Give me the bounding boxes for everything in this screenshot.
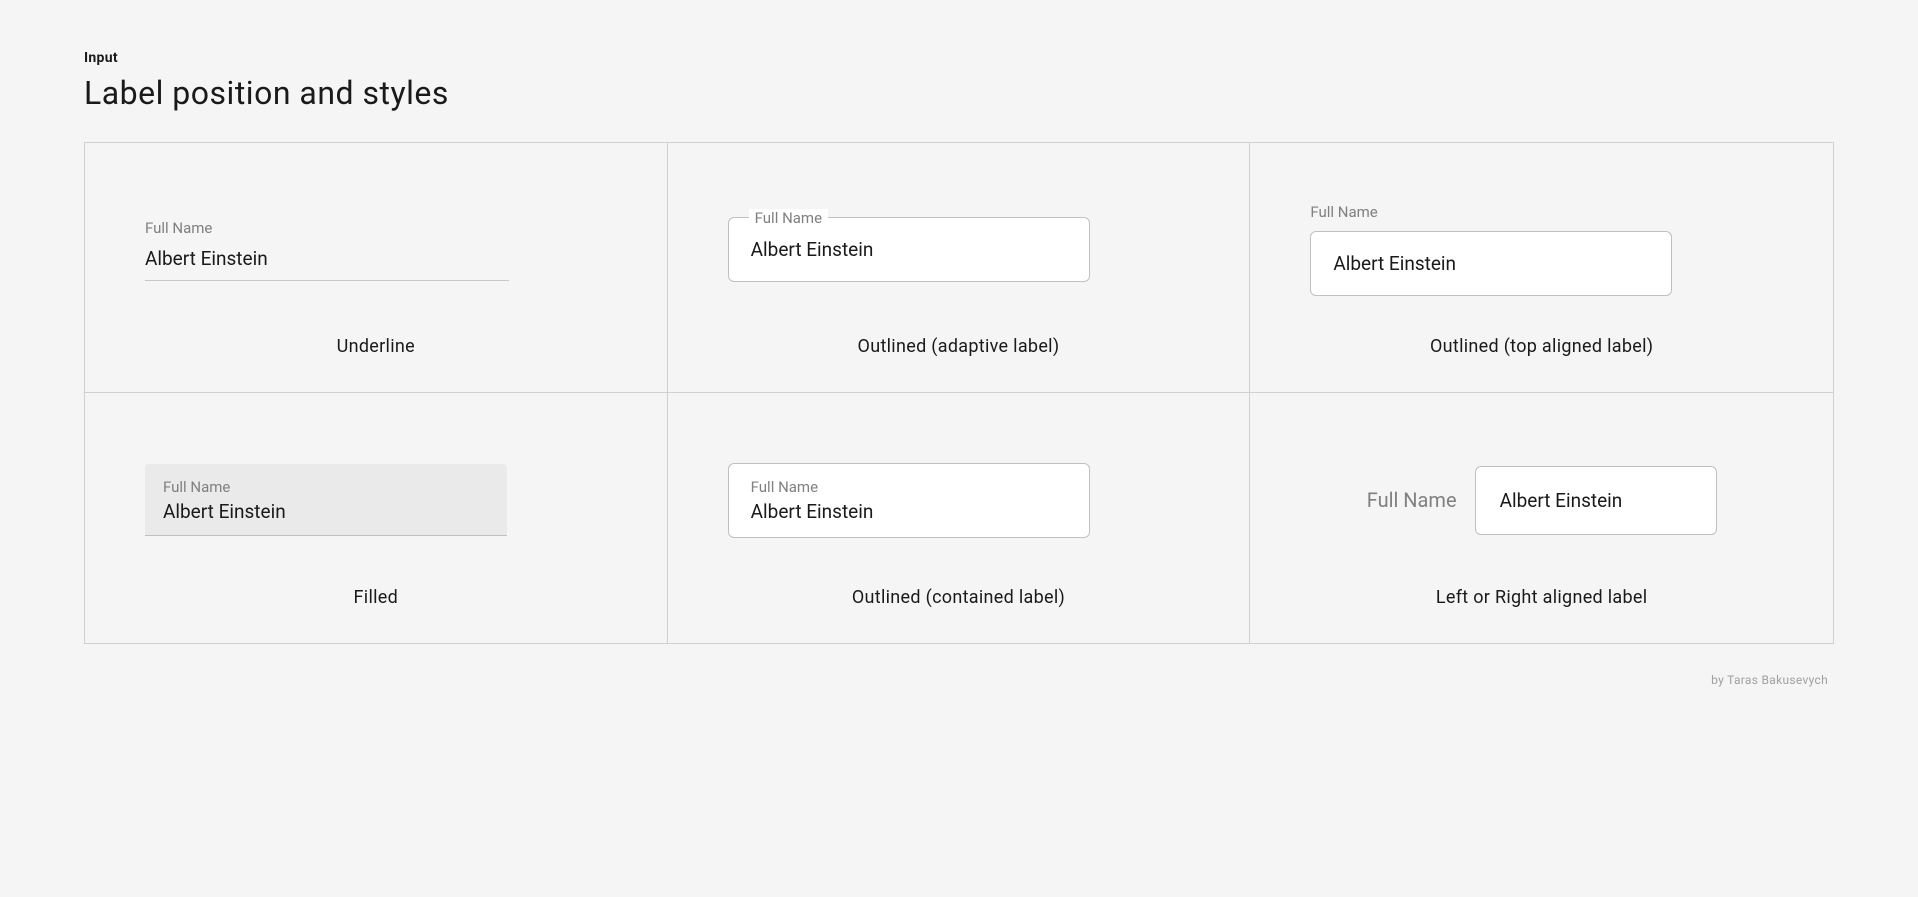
outlined-contained-field: Full Name [728,463,1090,538]
input-area-side-aligned: Full Name [1310,438,1773,562]
underline-label: Full Name [145,219,509,237]
filled-input[interactable] [163,500,489,523]
outlined-contained-input[interactable] [751,500,1067,523]
input-area-outlined-adaptive: Full Name [728,188,1190,311]
cell-filled: Full Name Filled [85,393,668,643]
variants-grid: Full Name Underline Full Name Outlined (… [84,142,1834,644]
outlined-contained-label: Full Name [751,478,1067,496]
filled-label: Full Name [163,478,489,496]
caption-outlined-adaptive: Outlined (adaptive label) [728,336,1190,357]
underline-input[interactable] [145,247,509,281]
side-aligned-input[interactable] [1500,489,1692,512]
side-aligned-box [1475,466,1717,535]
caption-side-aligned: Left or Right aligned label [1310,587,1773,608]
cell-side-aligned: Full Name Left or Right aligned label [1250,393,1833,643]
outlined-top-field: Full Name [1310,203,1672,296]
underline-field: Full Name [145,219,509,281]
cell-outlined-contained: Full Name Outlined (contained label) [668,393,1251,643]
outlined-adaptive-input[interactable] [751,238,1067,261]
cell-outlined-adaptive: Full Name Outlined (adaptive label) [668,143,1251,393]
outlined-top-box [1310,231,1672,296]
outlined-adaptive-label: Full Name [749,209,828,227]
cell-outlined-top: Full Name Outlined (top aligned label) [1250,143,1833,393]
caption-outlined-top: Outlined (top aligned label) [1310,336,1773,357]
outlined-top-input[interactable] [1333,252,1649,275]
caption-filled: Filled [145,587,607,608]
category-label: Input [84,50,1834,66]
side-aligned-field: Full Name [1310,466,1773,535]
side-aligned-label: Full Name [1367,488,1457,512]
input-area-outlined-contained: Full Name [728,438,1190,562]
caption-underline: Underline [145,336,607,357]
input-area-filled: Full Name [145,438,607,562]
caption-outlined-contained: Outlined (contained label) [728,587,1190,608]
attribution: by Taras Bakusevych [1711,673,1828,687]
outlined-adaptive-field: Full Name [728,217,1090,282]
page-title: Label position and styles [84,74,1834,112]
cell-underline: Full Name Underline [85,143,668,393]
outlined-top-label: Full Name [1310,203,1672,221]
input-area-outlined-top: Full Name [1310,188,1773,311]
filled-field: Full Name [145,464,507,536]
input-area-underline: Full Name [145,188,607,311]
